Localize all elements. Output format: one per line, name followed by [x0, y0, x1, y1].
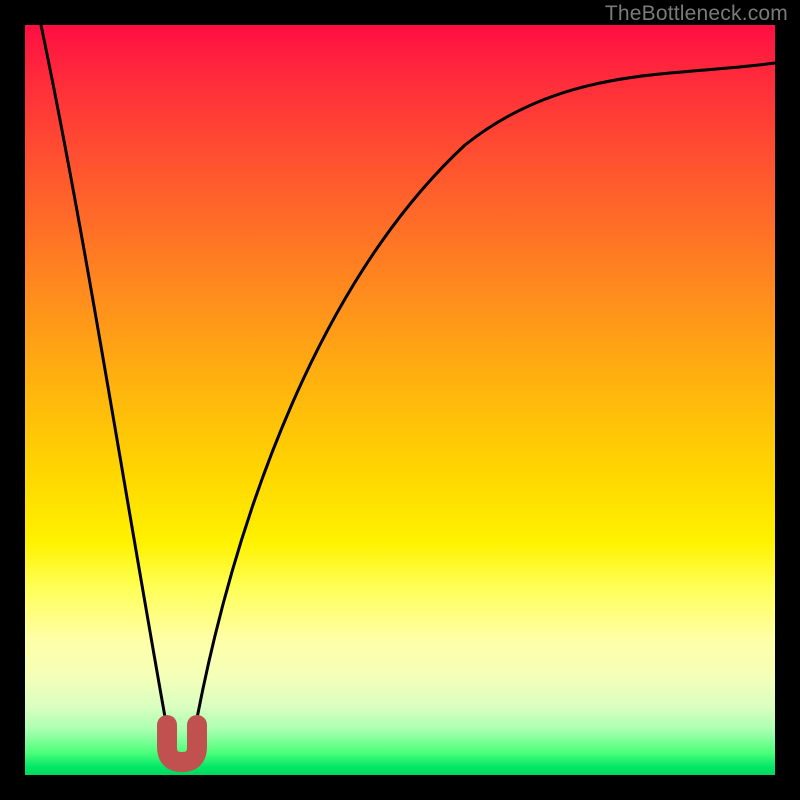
curve-left-branch [41, 25, 170, 745]
watermark-text: TheBottleneck.com [605, 2, 788, 26]
plot-area [25, 25, 775, 775]
curve-right-branch [192, 63, 775, 745]
chart-stage: TheBottleneck.com [0, 0, 800, 800]
curve-layer [25, 25, 775, 775]
u-marker [167, 725, 197, 762]
